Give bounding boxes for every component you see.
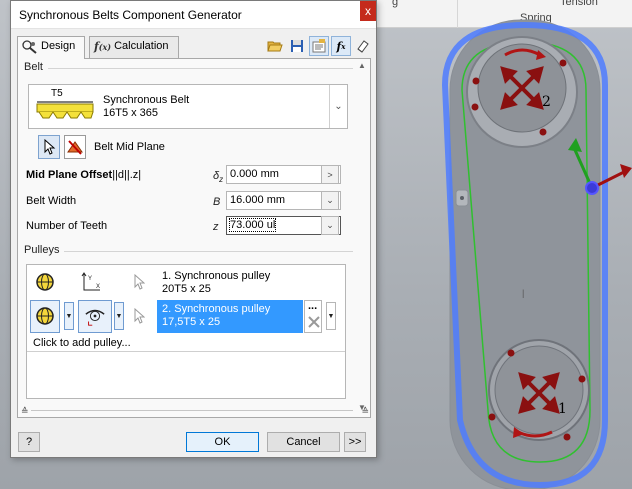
properties-icon[interactable] <box>309 36 329 56</box>
belt-type-selector[interactable]: T5 Synchronous Belt 16T5 x 365 ⌄ <box>28 84 348 129</box>
belt-width-label: Belt Width <box>26 195 77 207</box>
add-pulley-link[interactable]: Click to add pulley... <box>33 337 131 349</box>
collapse-left-icon[interactable]: ≙ <box>21 406 29 417</box>
pulley-row-1[interactable]: YX 1. Synchronous pulley 20T5 x 25 <box>28 266 344 300</box>
pulley-1[interactable]: 1 <box>488 339 590 441</box>
svg-text:X: X <box>96 284 100 290</box>
belt-thumbnail: T5 <box>35 88 95 126</box>
select-plane-button[interactable] <box>38 135 60 159</box>
pulley-list[interactable]: YX 1. Synchronous pulley 20T5 x 25 ▼ ▼ 2… <box>26 264 346 399</box>
pulley-2-size: 17,5T5 x 25 <box>162 316 221 328</box>
pulley-row-2[interactable]: ▼ ▼ 2. Synchronous pulley 17,5T5 x 25 ..… <box>28 300 344 334</box>
tab-design[interactable]: Design <box>17 36 85 59</box>
cursor-arrow-icon <box>44 139 56 155</box>
toolbar: fx <box>265 36 373 56</box>
calculate-fx-icon[interactable]: fx <box>331 36 351 56</box>
collapse-bar[interactable]: ≙ ≙ <box>17 406 371 416</box>
axis-placement-icon[interactable]: YX <box>80 270 102 294</box>
chevron-down-icon[interactable]: ⌄ <box>329 85 347 128</box>
belt-size: 16T5 x 365 <box>103 107 159 119</box>
chevron-down-icon[interactable]: ⌄ <box>321 216 339 235</box>
tangent-placement-icon[interactable] <box>84 304 106 328</box>
belt-group-label: Belt <box>24 61 43 73</box>
number-of-teeth-label: Number of Teeth <box>26 220 108 232</box>
chevron-down-icon[interactable]: ⌄ <box>321 191 339 210</box>
pulley-2-number: 2 <box>542 94 551 110</box>
delete-pulley-icon[interactable] <box>307 315 321 329</box>
chevron-down-icon[interactable]: ▼ <box>64 302 74 330</box>
tab-design-label: Design <box>41 40 76 52</box>
pulley-2-selection[interactable]: 2. Synchronous pulley 17,5T5 x 25 <box>157 300 303 333</box>
cursor-arrow-icon[interactable] <box>128 304 150 328</box>
cursor-arrow-icon[interactable] <box>128 270 150 294</box>
dialog-titlebar[interactable]: Synchronous Belts Component Generator x <box>11 1 376 29</box>
help-button[interactable]: ? <box>18 432 40 452</box>
belt-mid-plane-label: Belt Mid Plane <box>94 141 165 153</box>
belt-thumbnail-code: T5 <box>51 88 63 99</box>
scroll-up-icon[interactable]: ▲ <box>356 61 368 71</box>
pulleys-group-label: Pulleys <box>24 244 60 256</box>
belt-width-symbol: B <box>213 196 221 208</box>
pulley-2[interactable]: 2 <box>466 36 578 148</box>
pulley-more-button[interactable]: ... <box>308 300 317 312</box>
svg-text:|: | <box>522 288 524 298</box>
mid-plane-offset-label: Mid Plane Offset||d||.z| <box>26 169 142 181</box>
close-button[interactable]: x <box>360 1 376 21</box>
pulley-1-number: 1 <box>558 401 567 417</box>
chevron-right-icon[interactable]: > <box>321 165 339 184</box>
teeth-symbol: z <box>213 221 219 233</box>
cancel-button[interactable]: Cancel <box>267 432 340 452</box>
belt-name: Synchronous Belt <box>103 94 190 106</box>
tab-row: Design f(x) Calculation fx <box>17 36 373 59</box>
open-folder-icon[interactable] <box>265 36 285 56</box>
tab-calculation[interactable]: f(x) Calculation <box>89 36 179 58</box>
panel-scrollbar[interactable]: ▲ ▼ <box>356 61 368 413</box>
ok-button[interactable]: OK <box>186 432 259 452</box>
dialog-title: Synchronous Belts Component Generator <box>19 8 242 22</box>
pulley-1-name: 1. Synchronous pulley <box>162 270 271 282</box>
chevron-down-icon[interactable]: ▼ <box>114 302 124 330</box>
eraser-icon[interactable] <box>353 36 373 56</box>
plane-flip-icon <box>67 140 83 155</box>
svg-text:Y: Y <box>88 276 92 282</box>
design-tab-icon <box>22 40 38 57</box>
more-options-button[interactable]: >> <box>344 432 366 452</box>
save-icon[interactable] <box>287 36 307 56</box>
pulley-2-name: 2. Synchronous pulley <box>162 303 271 315</box>
collapse-right-icon[interactable]: ≙ <box>361 406 369 417</box>
synchronous-belts-dialog: Synchronous Belts Component Generator x … <box>10 0 377 458</box>
pulley-globe-icon[interactable] <box>34 270 56 294</box>
chevron-down-icon[interactable]: ▼ <box>326 302 336 330</box>
design-panel: Belt T5 Synchronous Belt 16T5 x 365 ⌄ Be… <box>17 58 371 418</box>
toothed-belt-icon <box>36 101 94 119</box>
tab-calculation-label: Calculation <box>114 40 169 52</box>
pulley-globe-icon[interactable] <box>34 304 56 328</box>
offset-symbol: δz <box>213 170 224 185</box>
calculation-tab-icon: f(x) <box>94 40 112 53</box>
flip-plane-button[interactable] <box>64 135 86 159</box>
pulley-1-size: 20T5 x 25 <box>162 283 211 295</box>
